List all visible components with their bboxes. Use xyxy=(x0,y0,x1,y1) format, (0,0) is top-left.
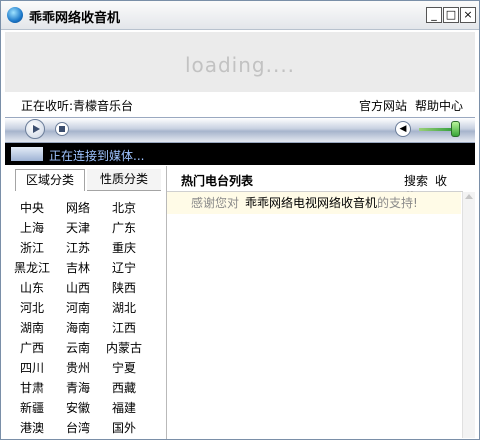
region-item[interactable]: 四川 xyxy=(9,359,55,376)
official-site-link[interactable]: 官方网站 xyxy=(359,99,407,113)
play-icon[interactable] xyxy=(25,119,45,139)
buffer-progress xyxy=(11,147,43,161)
region-item[interactable]: 陕西 xyxy=(101,279,147,296)
region-item[interactable]: 国外 xyxy=(101,419,147,436)
category-tabs: 区域分类 性质分类 xyxy=(7,169,165,191)
region-item[interactable]: 安徽 xyxy=(55,399,101,416)
help-center-link[interactable]: 帮助中心 xyxy=(415,99,463,113)
region-item[interactable]: 河南 xyxy=(55,299,101,316)
region-item[interactable]: 江苏 xyxy=(55,239,101,256)
region-item[interactable]: 天津 xyxy=(55,219,101,236)
region-item[interactable]: 广西 xyxy=(9,339,55,356)
region-item[interactable]: 广东 xyxy=(101,219,147,236)
region-item[interactable]: 福建 xyxy=(101,399,147,416)
speaker-icon[interactable]: ◀ xyxy=(395,121,411,137)
region-item[interactable]: 新疆 xyxy=(9,399,55,416)
region-item[interactable]: 辽宁 xyxy=(101,259,147,276)
region-item[interactable]: 浙江 xyxy=(9,239,55,256)
volume-slider-handle[interactable] xyxy=(451,121,460,137)
region-item[interactable]: 河北 xyxy=(9,299,55,316)
region-item[interactable]: 湖南 xyxy=(9,319,55,336)
region-item[interactable]: 贵州 xyxy=(55,359,101,376)
region-item[interactable]: 重庆 xyxy=(101,239,147,256)
title-bar[interactable]: 乖乖网络收音机 _ □ × xyxy=(1,1,479,30)
minimize-button[interactable]: _ xyxy=(426,7,442,23)
ad-banner: loading.... xyxy=(5,32,475,92)
region-item[interactable]: 宁夏 xyxy=(101,359,147,376)
region-item[interactable]: 港澳 xyxy=(9,419,55,436)
region-item[interactable]: 山西 xyxy=(55,279,101,296)
region-item[interactable]: 山东 xyxy=(9,279,55,296)
region-item[interactable]: 海南 xyxy=(55,319,101,336)
player-controls: ◀ xyxy=(5,117,475,143)
region-item[interactable]: 北京 xyxy=(101,199,147,216)
region-item[interactable]: 网络 xyxy=(55,199,101,216)
radio-globe-icon xyxy=(7,7,23,23)
tab-type[interactable]: 性质分类 xyxy=(87,169,161,191)
stop-icon[interactable] xyxy=(55,122,69,136)
station-list-title: 热门电台列表 xyxy=(181,174,254,188)
notice-highlight[interactable]: 乖乖网络电视网络收音机 xyxy=(245,192,377,214)
region-item[interactable]: 吉林 xyxy=(55,259,101,276)
region-item[interactable]: 江西 xyxy=(101,319,147,336)
tab-region[interactable]: 区域分类 xyxy=(15,169,85,191)
close-button[interactable]: × xyxy=(460,7,476,23)
loading-text: loading.... xyxy=(184,53,296,77)
thanks-notice: 感谢您对 乖乖网络电视网络收音机 的支持! xyxy=(167,192,461,214)
region-item[interactable]: 青海 xyxy=(55,379,101,396)
notice-suffix: 的支持! xyxy=(377,196,418,210)
region-item[interactable]: 中央 xyxy=(9,199,55,216)
status-text: 正在连接到媒体... xyxy=(49,149,145,163)
top-links: 官方网站 帮助中心 xyxy=(359,97,471,114)
scroll-up-icon[interactable] xyxy=(465,194,473,199)
volume-slider-track[interactable] xyxy=(419,128,455,131)
region-item[interactable]: 台湾 xyxy=(55,419,101,436)
region-item[interactable]: 西藏 xyxy=(101,379,147,396)
status-bar: 正在连接到媒体... xyxy=(5,143,475,165)
maximize-button[interactable]: □ xyxy=(443,7,459,23)
notice-prefix: 感谢您对 xyxy=(191,196,240,210)
station-list-scrollbar[interactable] xyxy=(462,192,475,438)
window-title: 乖乖网络收音机 xyxy=(29,11,121,26)
region-item[interactable]: 甘肃 xyxy=(9,379,55,396)
region-item[interactable]: 上海 xyxy=(9,219,55,236)
region-item[interactable]: 云南 xyxy=(55,339,101,356)
region-item[interactable]: 内蒙古 xyxy=(101,339,147,356)
app-window: 乖乖网络收音机 _ □ × loading.... 正在收听:青檬音乐台 官方网… xyxy=(0,0,480,440)
region-item[interactable]: 黑龙江 xyxy=(9,259,55,276)
region-item[interactable]: 湖北 xyxy=(101,299,147,316)
station-list-header: 热门电台列表 搜索收藏 xyxy=(167,167,463,205)
search-link[interactable]: 搜索 xyxy=(404,174,428,188)
now-playing-label: 正在收听:青檬音乐台 xyxy=(21,99,134,113)
